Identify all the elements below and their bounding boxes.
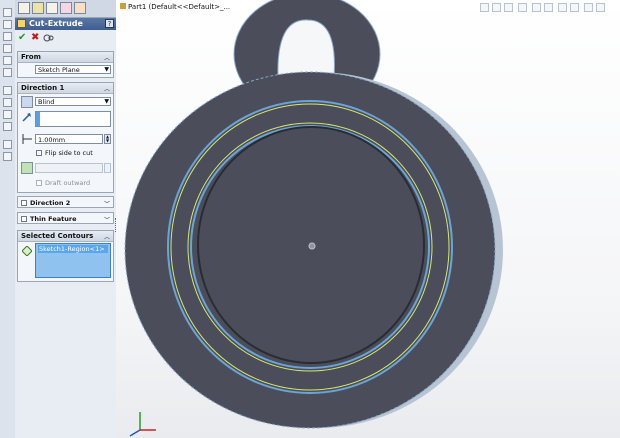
graphics-viewport[interactable]: Part1 (Default<<Default>_... xyxy=(116,0,620,438)
draft-angle-input[interactable] xyxy=(35,163,103,173)
draft-spinner[interactable] xyxy=(104,163,111,173)
triad-icon xyxy=(129,412,156,437)
depth-icon xyxy=(22,134,32,144)
collapse-chevron-icon: ︿ xyxy=(103,55,110,62)
origin-point-icon[interactable] xyxy=(308,242,316,250)
chevron-down-icon: ▼ xyxy=(104,66,109,73)
start-condition-dropdown[interactable]: Sketch Plane ▼ xyxy=(35,65,111,74)
from-group: From ︿ Sketch Plane ▼ xyxy=(17,51,114,78)
direction2-checkbox[interactable] xyxy=(21,200,27,206)
strip-tool-icon[interactable] xyxy=(3,86,12,95)
direction-vector-icon xyxy=(22,113,31,122)
strip-tool-icon[interactable] xyxy=(3,56,12,65)
thin-feature-checkbox[interactable] xyxy=(21,216,27,222)
group-title: Selected Contours xyxy=(21,232,94,240)
cancel-x-icon[interactable]: ✖ xyxy=(31,32,39,43)
group-title: Direction 1 xyxy=(21,84,65,92)
collapse-chevron-icon: ︿ xyxy=(103,234,110,241)
strip-tool-icon[interactable] xyxy=(3,110,12,119)
strip-tool-icon[interactable] xyxy=(3,140,12,149)
strip-tool-icon[interactable] xyxy=(3,8,12,17)
selected-contours-header[interactable]: Selected Contours ︿ xyxy=(18,231,113,242)
depth-input[interactable]: 1.00mm xyxy=(35,134,103,144)
manager-tab-bar xyxy=(15,0,116,18)
strip-tool-icon[interactable] xyxy=(3,20,12,29)
confirm-row: ✔ ✖ xyxy=(15,31,116,45)
contour-item-label: Sketch1-Region<1> xyxy=(39,245,105,253)
left-command-strip xyxy=(0,0,16,438)
property-manager-icon[interactable] xyxy=(32,2,44,14)
direction2-group[interactable]: Direction 2 ﹀ xyxy=(17,196,114,208)
direction1-group: Direction 1 ︿ Blind ▼ 1.00mm ▲ ▼ Flip sid… xyxy=(17,82,114,193)
flip-side-checkbox[interactable] xyxy=(36,150,42,156)
direction-reference-field[interactable] xyxy=(35,111,111,127)
collapse-chevron-icon: ︿ xyxy=(103,86,110,93)
selection-marker xyxy=(36,112,40,126)
thin-feature-group[interactable]: Thin Feature ﹀ xyxy=(17,212,114,224)
strip-tool-icon[interactable] xyxy=(3,152,12,161)
end-condition-dropdown[interactable]: Blind ▼ xyxy=(35,97,111,106)
strip-tool-icon[interactable] xyxy=(3,32,12,41)
selected-contours-group: Selected Contours ︿ Sketch1-Region<1> xyxy=(17,230,114,282)
display-manager-icon[interactable] xyxy=(74,2,86,14)
depth-value: 1.00mm xyxy=(38,136,66,144)
draft-outward-checkbox[interactable] xyxy=(36,180,42,186)
dropdown-value: Blind xyxy=(38,98,55,106)
ok-check-icon[interactable]: ✔ xyxy=(18,32,26,43)
cut-extrude-icon xyxy=(17,19,26,28)
strip-tool-icon[interactable] xyxy=(3,44,12,53)
help-button[interactable]: ? xyxy=(105,19,114,28)
property-manager-panel: Cut-Extrude ? ✔ ✖ From ︿ Sketch Plane ▼ … xyxy=(15,0,119,438)
feature-manager-icon[interactable] xyxy=(18,2,30,14)
list-item[interactable]: Sketch1-Region<1> xyxy=(38,245,108,253)
dimxpert-icon[interactable] xyxy=(60,2,72,14)
strip-tool-icon[interactable] xyxy=(3,98,12,107)
expand-chevron-icon: ﹀ xyxy=(103,217,110,224)
draft-outward-label: Draft outward xyxy=(45,179,91,187)
property-manager-titlebar: Cut-Extrude ? xyxy=(15,18,116,30)
from-group-header[interactable]: From ︿ xyxy=(18,52,113,63)
draft-icon[interactable] xyxy=(21,162,33,174)
configuration-manager-icon[interactable] xyxy=(46,2,58,14)
group-title: Thin Feature xyxy=(30,215,77,223)
group-title: From xyxy=(21,53,41,61)
flip-side-label: Flip side to cut xyxy=(45,149,93,157)
chevron-down-icon: ▼ xyxy=(104,98,109,105)
expand-chevron-icon: ﹀ xyxy=(103,201,110,208)
dropdown-value: Sketch Plane xyxy=(38,66,80,74)
detailed-preview-icon[interactable] xyxy=(43,33,54,43)
part-model-view[interactable] xyxy=(116,0,620,438)
reverse-direction-icon[interactable] xyxy=(21,96,33,108)
feature-title: Cut-Extrude xyxy=(29,19,83,28)
depth-spinner[interactable]: ▲ ▼ xyxy=(104,134,111,144)
direction1-group-header[interactable]: Direction 1 ︿ xyxy=(18,83,113,94)
contours-list[interactable]: Sketch1-Region<1> xyxy=(35,243,111,278)
contour-icon xyxy=(22,246,32,256)
strip-tool-icon[interactable] xyxy=(3,68,12,77)
group-title: Direction 2 xyxy=(30,199,71,207)
strip-tool-icon[interactable] xyxy=(3,122,12,131)
